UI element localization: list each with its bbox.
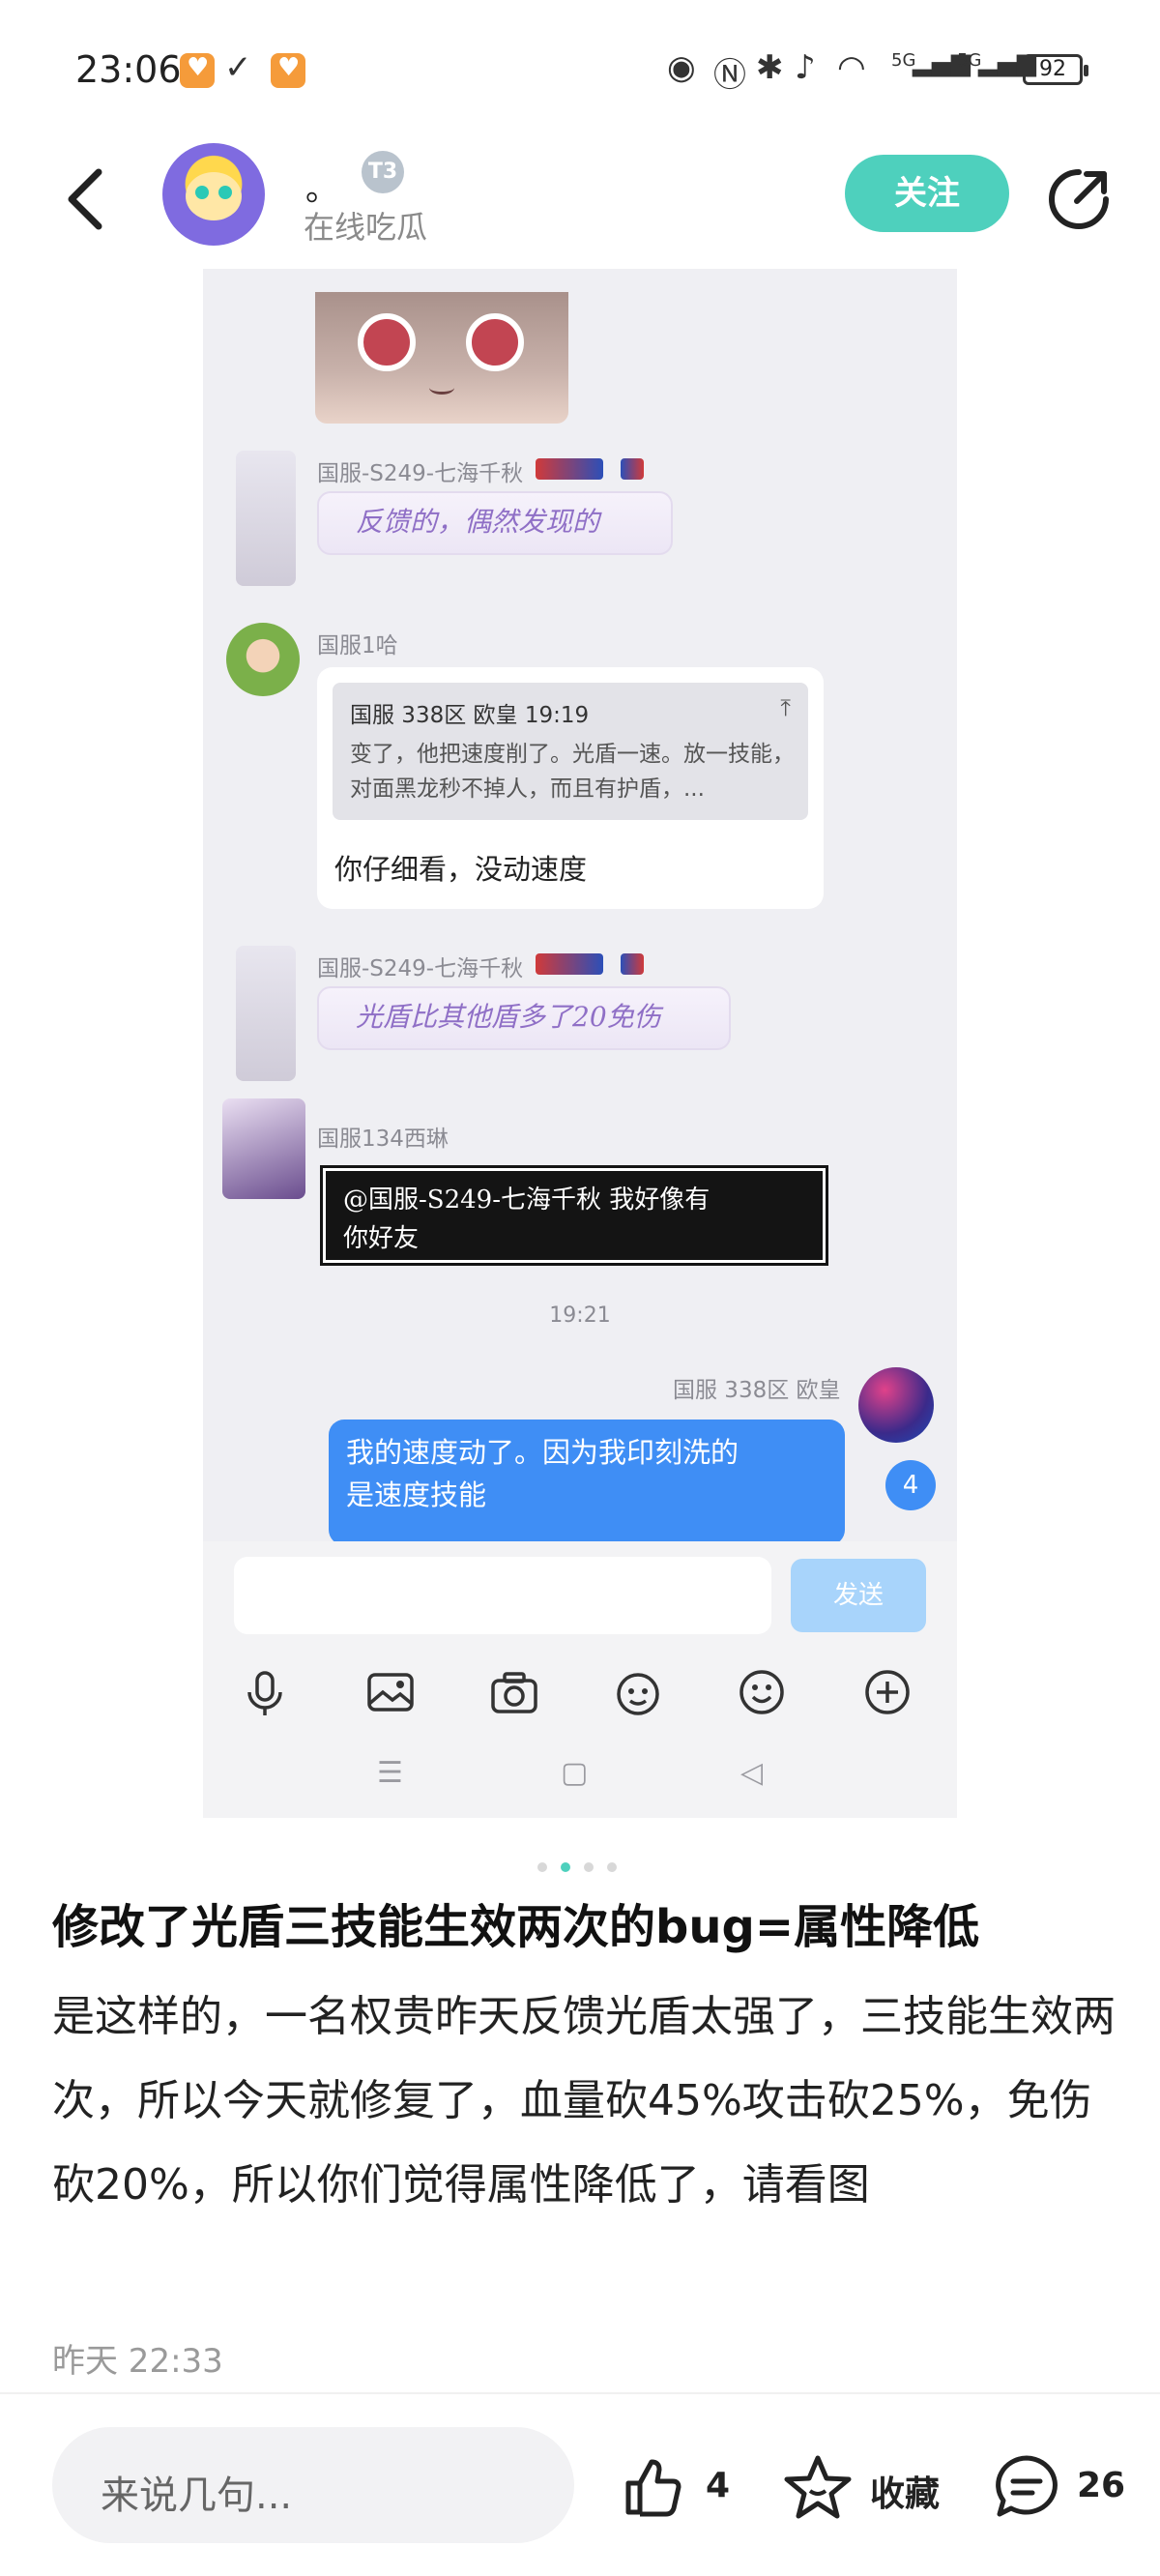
post-title: 修改了光盾三技能生效两次的bug=属性降低 — [52, 1900, 980, 1954]
chat-avatar — [222, 1098, 305, 1199]
chat-bubble: 国服 338区 欧皇 19:19 ⤒ 变了，他把速度削了。光盾一速。放一技能，对… — [317, 667, 824, 909]
chat-text: 是速度技能 — [346, 1478, 487, 1511]
share-button[interactable] — [1044, 164, 1114, 234]
app-notification-icon — [271, 53, 305, 88]
follow-button[interactable]: 关注 — [845, 155, 1009, 232]
mute-icon: ♪ — [795, 48, 816, 87]
thumbs-up-icon — [625, 2459, 682, 2517]
post-image[interactable]: 国服-S249-七海千秋 反馈的，偶然发现的 国服1哈 国服 338区 欧皇 1… — [203, 269, 957, 1818]
comments-button[interactable]: 26 — [992, 2452, 1137, 2522]
like-button[interactable]: 4 — [619, 2452, 735, 2522]
image-pagination — [537, 1859, 634, 1874]
sticker-icon — [617, 1673, 659, 1715]
sticker-image — [315, 292, 568, 424]
star-icon — [784, 2455, 852, 2519]
chat-input-area: 发送 ☰ ▢ ◁ — [203, 1541, 957, 1818]
emoji-icon — [740, 1670, 784, 1714]
camera-icon — [491, 1672, 537, 1713]
author-status: 在线吃瓜 — [304, 209, 428, 246]
nfc-icon: Ⓝ — [713, 56, 746, 95]
quote-text: 变了，他把速度削了。光盾一速。放一技能，对面黑龙秒不掉人，而且有护盾，... — [350, 742, 795, 802]
chat-input — [234, 1557, 771, 1634]
chat-sender: 国服 338区 欧皇 — [673, 1378, 841, 1403]
favorite-label: 收藏 — [870, 2474, 941, 2514]
menu-nav-icon: ☰ — [377, 1756, 403, 1790]
reply-text: 你仔细看，没动速度 — [334, 853, 588, 886]
home-nav-icon: ▢ — [561, 1756, 589, 1790]
back-nav-icon: ◁ — [740, 1756, 764, 1790]
unread-badge: 4 — [885, 1460, 936, 1510]
game-tag — [621, 953, 644, 975]
chevron-left-icon — [68, 168, 102, 230]
chat-avatar — [858, 1367, 934, 1443]
eye-icon: ◉ — [667, 48, 696, 87]
quoted-message: 国服 338区 欧皇 19:19 ⤒ 变了，他把速度削了。光盾一速。放一技能，对… — [333, 683, 808, 820]
level-badge: T3 — [362, 151, 404, 193]
chat-text: @国服-S249-七海千秋 我好像有 — [343, 1186, 710, 1215]
divider — [0, 2392, 1160, 2394]
microphone-icon — [247, 1671, 282, 1715]
chat-bubble: 我的速度动了。因为我印刻洗的 是速度技能 — [329, 1420, 845, 1545]
collapse-arrow-icon: ⤒ — [780, 694, 791, 721]
chat-bubble: @国服-S249-七海千秋 我好像有 你好友 — [320, 1165, 828, 1266]
wifi-icon: ◠ — [837, 48, 866, 87]
post-time: 昨天 22:33 — [52, 2342, 223, 2381]
like-count: 4 — [706, 2466, 731, 2505]
quote-header: 国服 338区 欧皇 19:19 — [350, 703, 590, 728]
chat-sender: 国服134西琳 — [317, 1127, 449, 1152]
pagination-dot — [584, 1862, 594, 1872]
chat-avatar — [226, 623, 300, 696]
chat-time-separator: 19:21 — [549, 1303, 611, 1328]
comment-bubble-icon — [996, 2455, 1058, 2517]
comment-input[interactable]: 来说几句... — [52, 2427, 574, 2543]
bluetooth-icon: ✱ — [756, 48, 784, 87]
image-icon — [367, 1673, 414, 1712]
chat-avatar — [236, 946, 296, 1081]
chat-text: 我的速度动了。因为我印刻洗的 — [346, 1436, 740, 1469]
chat-sticker-bubble: 反馈的，偶然发现的 — [317, 491, 673, 555]
link-icon: ✓ — [224, 48, 252, 87]
comment-placeholder: 来说几句... — [101, 2474, 293, 2518]
chat-text: 你好友 — [343, 1224, 420, 1253]
battery-indicator: 92 — [1023, 54, 1088, 85]
game-tag — [536, 953, 603, 975]
chat-avatar — [236, 451, 296, 586]
send-button: 发送 — [791, 1559, 926, 1632]
back-button[interactable] — [58, 161, 116, 238]
author-avatar[interactable] — [162, 143, 265, 246]
comment-count: 26 — [1077, 2466, 1126, 2505]
app-notification-icon — [180, 53, 215, 88]
chat-sender: 国服1哈 — [317, 633, 398, 659]
status-bar: 23:06 ✓ ◉ Ⓝ ✱ ♪ ◠ 5G ▂▄▆ 5G ▂▄▆ 92 — [0, 0, 1160, 135]
share-icon — [1049, 169, 1109, 229]
favorite-button[interactable]: 收藏 — [783, 2452, 947, 2522]
chat-sender: 国服-S249-七海千秋 — [317, 956, 524, 981]
post-body: 是这样的，一名权贵昨天反馈光盾太强了，三技能生效两次，所以今天就修复了，血量砍4… — [52, 1992, 1116, 2210]
post-header: 。 T3 在线吃瓜 关注 — [0, 135, 1160, 261]
plus-icon — [865, 1670, 910, 1714]
pagination-dot-active — [561, 1862, 570, 1872]
pagination-dot — [607, 1862, 617, 1872]
chat-sender: 国服-S249-七海千秋 — [317, 461, 524, 486]
game-tag — [536, 458, 603, 480]
game-tag — [621, 458, 644, 480]
pagination-dot — [537, 1862, 547, 1872]
chat-sticker-bubble: 光盾比其他盾多了20免伤 — [317, 986, 731, 1050]
status-time: 23:06 — [75, 48, 182, 91]
